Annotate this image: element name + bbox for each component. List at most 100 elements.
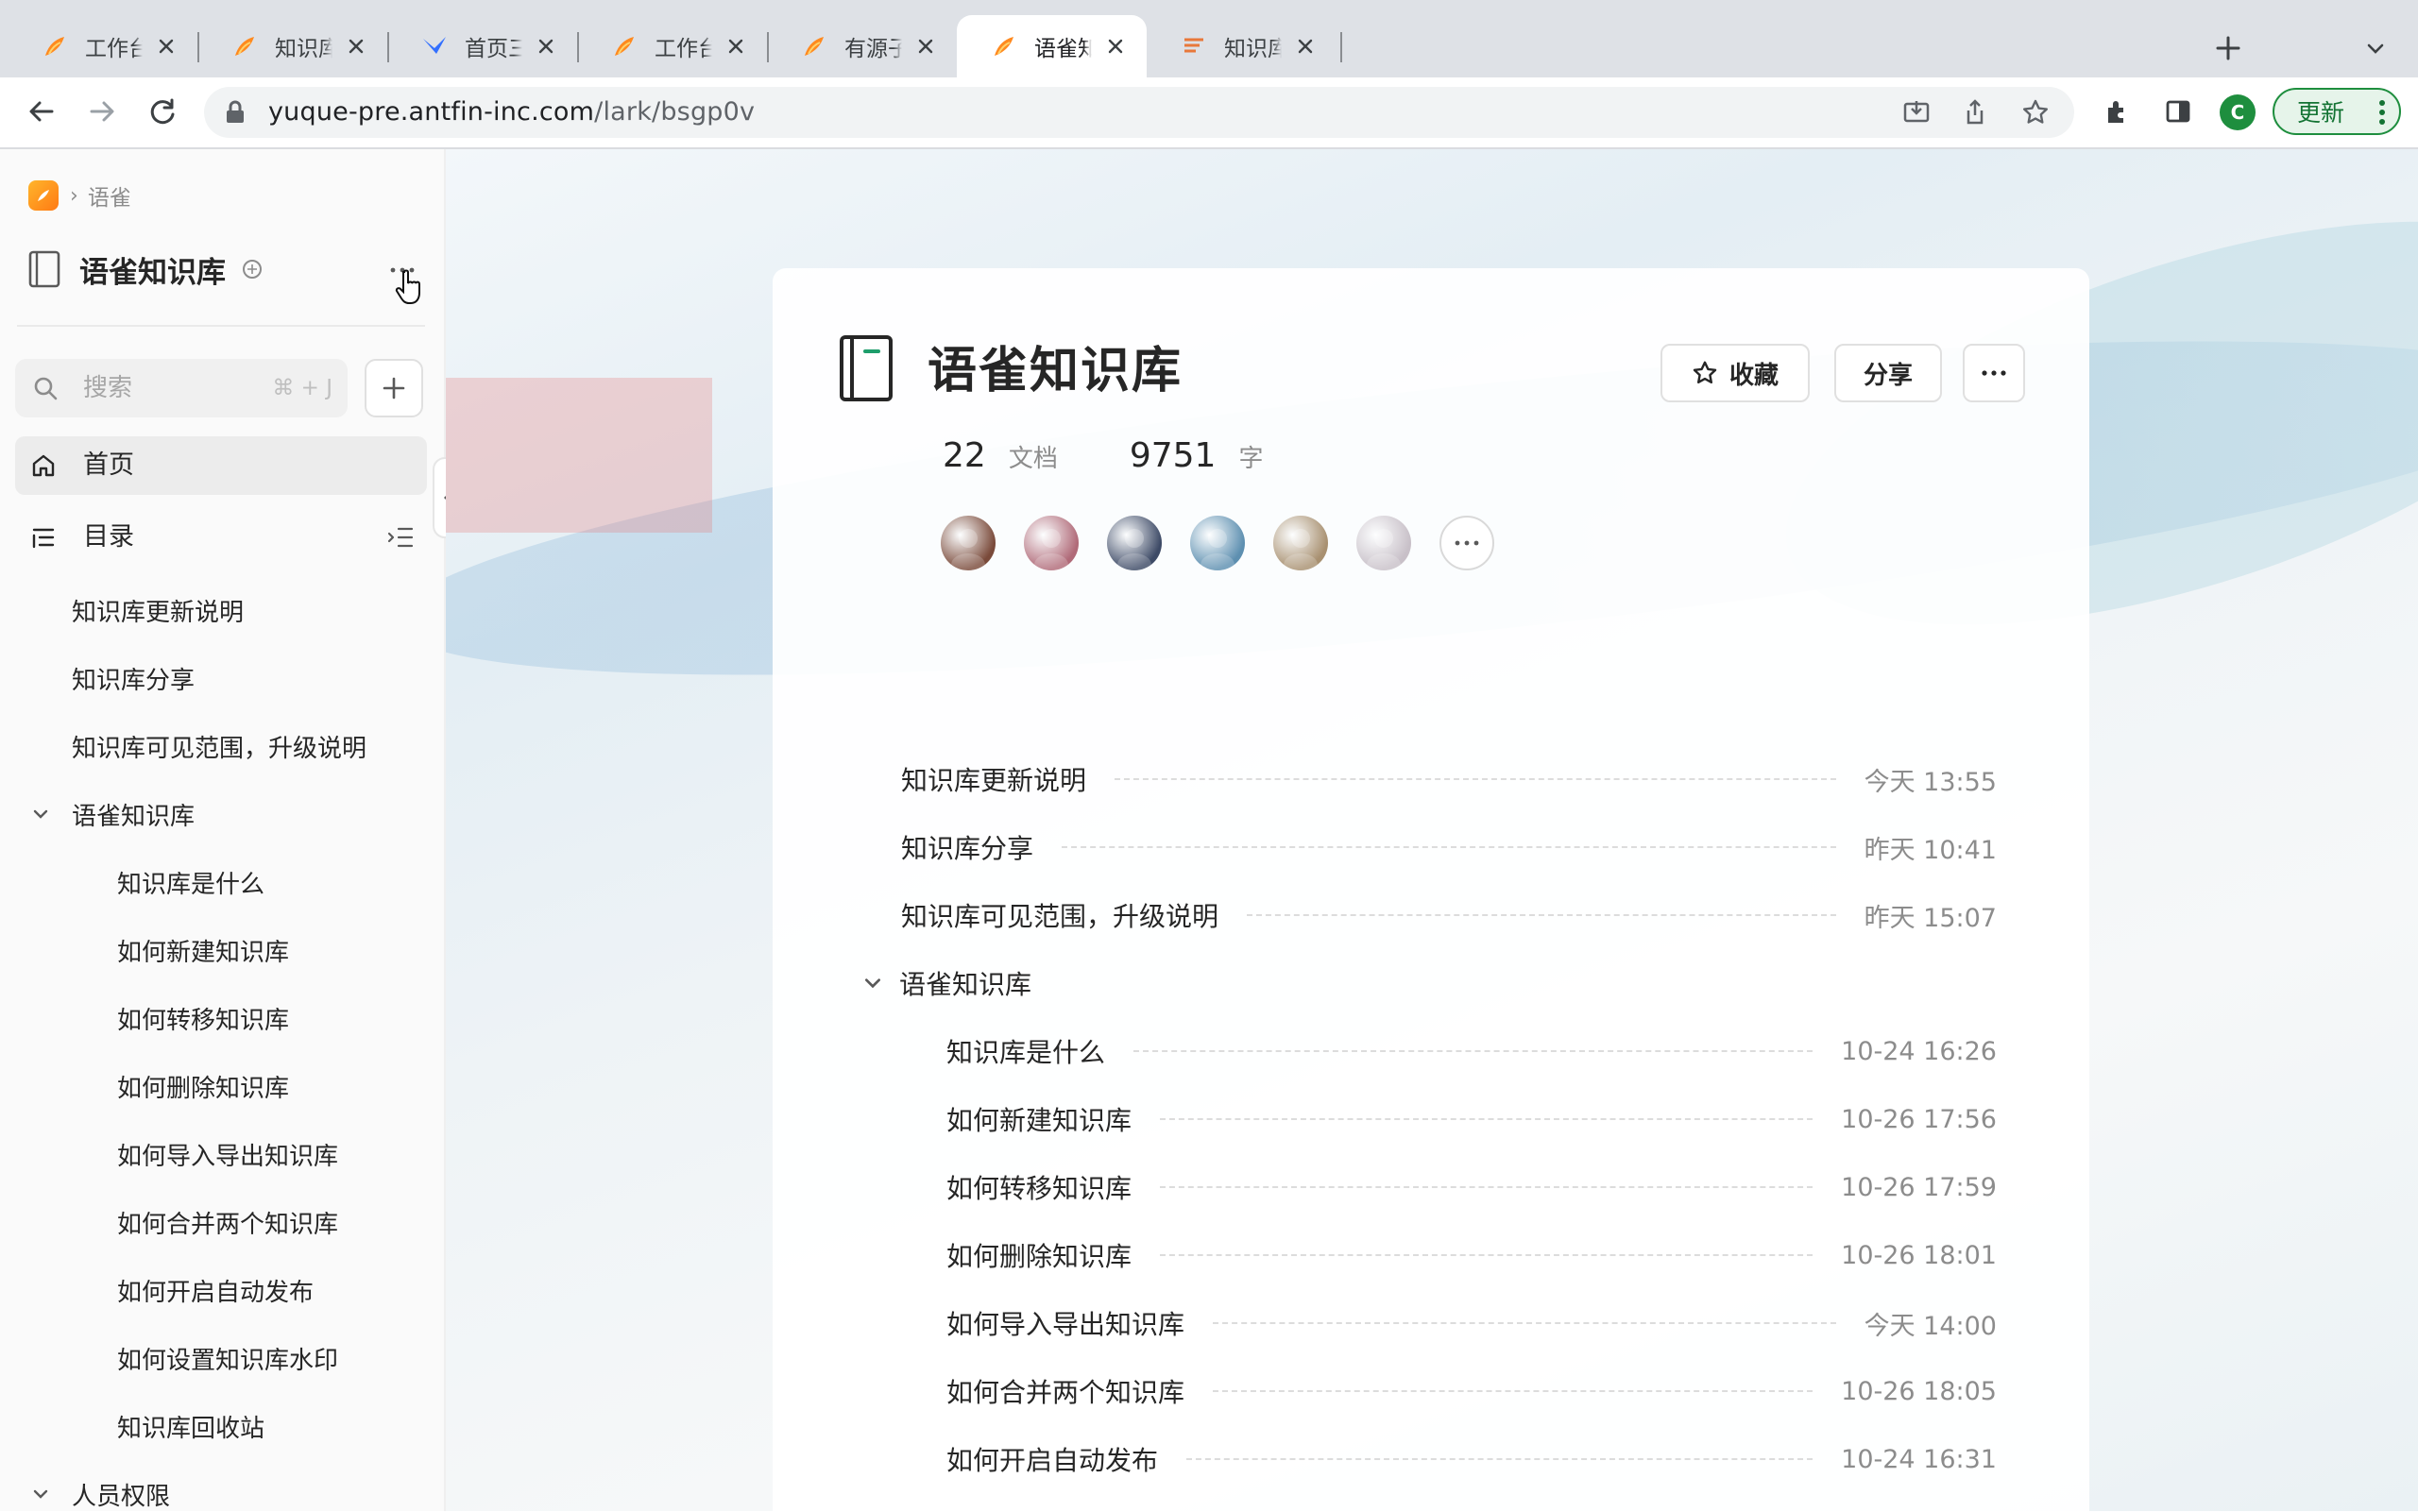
toc-item[interactable]: 如何导入导出知识库	[117, 1137, 338, 1172]
doc-row[interactable]: 如何导入导出知识库 今天 14:00	[946, 1300, 1997, 1347]
kb-home-card: 语雀知识库 收藏 分享 22 文档 9751 字 知识库更新说明 今天 13:55…	[773, 268, 2089, 1511]
back-button[interactable]	[17, 87, 66, 136]
dotted-leader	[1160, 1186, 1814, 1188]
member-avatar[interactable]	[1273, 516, 1328, 570]
toc-item[interactable]: 如何开启自动发布	[117, 1273, 314, 1308]
more-button[interactable]	[1963, 344, 2025, 402]
toc-item[interactable]: 知识库可见范围，升级说明	[72, 729, 366, 764]
tab-close-button[interactable]	[1101, 32, 1130, 60]
new-tab-button[interactable]	[2206, 26, 2250, 70]
tab-close-button[interactable]	[722, 32, 750, 60]
toc-item[interactable]: 知识库是什么	[117, 865, 264, 900]
toc-item[interactable]: 如何合并两个知识库	[117, 1205, 338, 1240]
dotted-leader	[1186, 1458, 1814, 1460]
share-page-button[interactable]	[1957, 94, 1993, 130]
doc-row[interactable]: 知识库分享 昨天 10:41	[901, 824, 1997, 871]
doc-title: 如何转移知识库	[946, 1173, 1132, 1204]
yuque-icon	[615, 37, 634, 56]
doc-row[interactable]: 知识库可见范围，升级说明 昨天 15:07	[901, 892, 1997, 939]
address-bar[interactable]: yuque-pre.antfin-inc.com/lark/bsgp0v	[204, 87, 2074, 138]
doc-row[interactable]: 如何删除知识库 10-26 18:01	[946, 1232, 1997, 1279]
install-app-button[interactable]	[1899, 94, 1934, 130]
doc-updated-time: 10-24 16:26	[1841, 1036, 1997, 1066]
doc-row[interactable]: 如何转移知识库 10-26 17:59	[946, 1164, 1997, 1211]
breadcrumb-separator-icon: ›	[70, 183, 78, 208]
star-outline-icon	[2023, 99, 2048, 124]
doc-updated-time: 昨天 15:07	[1864, 903, 1997, 933]
yuque-icon	[45, 37, 64, 56]
search-input[interactable]: 搜索 ⌘ + J	[15, 359, 348, 417]
doc-title: 如何删除知识库	[946, 1241, 1132, 1272]
toc-item[interactable]: 如何转移知识库	[117, 1001, 289, 1036]
main-area: 语雀知识库 收藏 分享 22 文档 9751 字 知识库更新说明 今天 13:55…	[446, 149, 2418, 1511]
tab-close-button[interactable]	[152, 32, 180, 60]
url-text: yuque-pre.antfin-inc.com/lark/bsgp0v	[268, 97, 756, 127]
chevron-down-icon[interactable]	[32, 806, 49, 823]
more-members-button[interactable]	[1439, 516, 1494, 570]
toc-item[interactable]: 知识库分享	[72, 661, 195, 696]
member-avatar[interactable]	[1024, 516, 1079, 570]
tab-close-button[interactable]	[1291, 32, 1320, 60]
toc-group[interactable]: 语雀知识库	[72, 797, 195, 832]
doc-updated-time: 10-26 18:05	[1841, 1376, 1997, 1406]
person-photo-icon	[1284, 529, 1318, 570]
tab-close-button[interactable]	[532, 32, 560, 60]
toc-item[interactable]: 知识库回收站	[117, 1409, 264, 1444]
toc-group[interactable]: 人员权限	[72, 1477, 170, 1512]
doc-row[interactable]: 如何开启自动发布 10-24 16:31	[946, 1436, 1997, 1483]
browser-tab[interactable]: 知识库更新说明 · 语	[1147, 15, 1337, 77]
doc-row[interactable]: 如何新建知识库 10-26 17:56	[946, 1096, 1997, 1143]
browser-tab[interactable]: 语雀知识库	[957, 15, 1147, 77]
add-doc-button[interactable]	[365, 359, 423, 417]
visibility-icon	[243, 260, 262, 279]
reload-icon	[150, 98, 175, 125]
browser-tab[interactable]: 首页三个点逻辑加	[387, 15, 577, 77]
extensions-button[interactable]	[2093, 87, 2142, 136]
profile-avatar[interactable]: C	[2220, 94, 2256, 130]
tab-close-button[interactable]	[342, 32, 370, 60]
member-avatar[interactable]	[1107, 516, 1162, 570]
yuque-logo-icon[interactable]	[28, 180, 59, 211]
nav-home[interactable]: 首页	[15, 436, 427, 495]
chevron-down-icon	[2367, 43, 2384, 54]
update-button[interactable]: 更新	[2273, 88, 2401, 135]
browser-tab[interactable]: 有源子的团队 · 蚂蚁	[767, 15, 957, 77]
doc-row[interactable]: 知识库更新说明 今天 13:55	[901, 756, 1997, 803]
tab-title: 知识库编辑权限测试	[275, 37, 332, 61]
star-button[interactable]: 收藏	[1660, 344, 1810, 402]
person-photo-icon	[1200, 529, 1235, 570]
sidebar: › 语雀 语雀知识库 搜索 ⌘ + J 首页 目录 知识库更新说明 知识库分享知识…	[0, 149, 446, 1511]
arrow-right-icon	[90, 101, 114, 122]
doc-title: 知识库更新说明	[901, 765, 1087, 796]
toc-item[interactable]: 知识库更新说明	[72, 593, 244, 628]
reload-button[interactable]	[138, 87, 187, 136]
doc-row[interactable]: 知识库是什么 10-24 16:26	[946, 1028, 1997, 1075]
doc-group-row[interactable]: 语雀知识库	[863, 960, 1031, 1007]
kb-title[interactable]: 语雀知识库	[79, 248, 226, 291]
browser-tab[interactable]: 工作台 · 蚂蚁语雀	[8, 15, 197, 77]
browser-tab[interactable]: 工作台 · 蚂蚁语雀	[577, 15, 767, 77]
share-button[interactable]: 分享	[1834, 344, 1942, 402]
close-icon	[159, 39, 174, 54]
kb-more-button[interactable]	[385, 253, 419, 287]
forward-button[interactable]	[77, 87, 127, 136]
doc-row[interactable]: 如何合并两个知识库 10-26 18:05	[946, 1368, 1997, 1415]
member-avatar[interactable]	[1356, 516, 1411, 570]
browser-tab[interactable]: 知识库编辑权限测试	[197, 15, 387, 77]
yuque-icon	[995, 37, 1013, 56]
tab-title: 语雀知识库	[1034, 37, 1092, 61]
member-avatar[interactable]	[1190, 516, 1245, 570]
breadcrumb: › 语雀	[28, 179, 131, 212]
toc-item[interactable]: 如何删除知识库	[117, 1069, 289, 1104]
member-avatar[interactable]	[941, 516, 996, 570]
doc-updated-time: 10-26 17:59	[1841, 1172, 1997, 1202]
bookmark-star-button[interactable]	[2018, 94, 2053, 130]
tab-close-button[interactable]	[911, 32, 940, 60]
toc-item[interactable]: 如何新建知识库	[117, 933, 289, 968]
toc-item[interactable]: 如何设置知识库水印	[117, 1341, 338, 1376]
tab-search-button[interactable]	[2354, 26, 2397, 70]
chevron-down-icon[interactable]	[32, 1486, 49, 1503]
nav-toc[interactable]: 目录	[15, 508, 427, 567]
side-panel-button[interactable]	[2154, 87, 2203, 136]
breadcrumb-link[interactable]: 语雀	[88, 179, 131, 212]
